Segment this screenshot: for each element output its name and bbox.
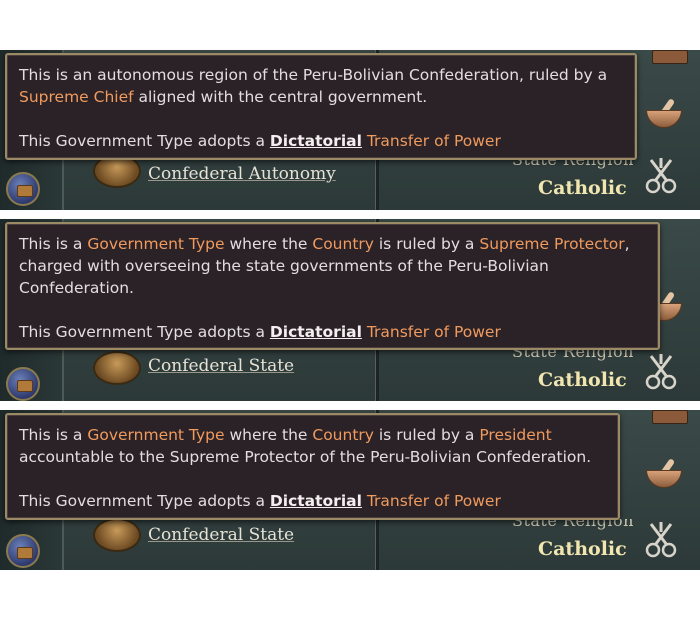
government-name[interactable]: Confederal Autonomy bbox=[148, 164, 336, 184]
transfer-of-power-line: This Government Type adopts a Dictatoria… bbox=[19, 321, 646, 343]
tooltip-text: is ruled by a bbox=[373, 235, 480, 253]
religion-value: Catholic bbox=[538, 177, 627, 199]
transfer-of-power-line: This Government Type adopts a Dictatoria… bbox=[19, 490, 606, 512]
government-tooltip: This is an autonomous region of the Peru… bbox=[5, 53, 637, 160]
papal-keys-icon bbox=[643, 352, 679, 392]
country-link[interactable]: Country bbox=[312, 235, 374, 253]
tooltip-description: Supreme Chief aligned with the central g… bbox=[19, 86, 623, 108]
tooltip-text: This Government Type adopts a bbox=[19, 132, 270, 150]
transfer-of-power-link[interactable]: Transfer of Power bbox=[362, 323, 501, 341]
religion-value: Catholic bbox=[538, 369, 627, 391]
tooltip-text: This Government Type adopts a bbox=[19, 323, 270, 341]
ruler-title[interactable]: Supreme Chief bbox=[19, 88, 134, 106]
dictatorial-link[interactable]: Dictatorial bbox=[270, 492, 362, 510]
tooltip-text: where the bbox=[224, 426, 313, 444]
tooltip-text: where the bbox=[224, 235, 313, 253]
briefcase-icon[interactable] bbox=[6, 367, 40, 401]
mortar-pestle-icon[interactable] bbox=[644, 98, 682, 128]
mortar-pestle-icon[interactable] bbox=[644, 458, 682, 488]
tooltip-text: This is an autonomous region of the Peru… bbox=[19, 66, 608, 84]
tooltip-description: This is a Government Type where the Coun… bbox=[19, 424, 606, 446]
tooltip-text: is ruled by a bbox=[373, 426, 480, 444]
government-type-link[interactable]: Government Type bbox=[87, 235, 224, 253]
tooltip-description: This is a Government Type where the Coun… bbox=[19, 233, 646, 255]
government-icon[interactable] bbox=[93, 351, 141, 385]
religion-value: Catholic bbox=[538, 538, 627, 560]
dictatorial-link[interactable]: Dictatorial bbox=[270, 132, 362, 150]
briefcase-icon[interactable] bbox=[6, 172, 40, 206]
transfer-of-power-link[interactable]: Transfer of Power bbox=[362, 492, 501, 510]
tooltip-text: This is a bbox=[19, 426, 88, 444]
dictatorial-link[interactable]: Dictatorial bbox=[270, 323, 362, 341]
book-icon[interactable] bbox=[652, 410, 688, 424]
ruler-title[interactable]: Supreme Protector bbox=[479, 235, 624, 253]
government-icon[interactable] bbox=[93, 518, 141, 552]
government-type-link[interactable]: Government Type bbox=[87, 426, 224, 444]
tooltip-text: This is a bbox=[19, 235, 88, 253]
transfer-of-power-link[interactable]: Transfer of Power bbox=[362, 132, 501, 150]
tooltip-text: Confederation. bbox=[19, 279, 134, 297]
ruler-title[interactable]: President bbox=[479, 426, 551, 444]
country-link[interactable]: Country bbox=[312, 426, 374, 444]
briefcase-icon[interactable] bbox=[6, 534, 40, 568]
book-icon[interactable] bbox=[652, 50, 688, 64]
tooltip-description: This is an autonomous region of the Peru… bbox=[19, 64, 623, 86]
government-name[interactable]: Confederal State bbox=[148, 356, 294, 376]
papal-keys-icon bbox=[643, 520, 679, 560]
tooltip-text: , bbox=[624, 235, 630, 253]
government-name[interactable]: Confederal State bbox=[148, 525, 294, 545]
tooltip-text: charged with overseeing the state govern… bbox=[19, 257, 549, 275]
tooltip-text: This Government Type adopts a bbox=[19, 492, 270, 510]
papal-keys-icon bbox=[643, 156, 679, 196]
transfer-of-power-line: This Government Type adopts a Dictatoria… bbox=[19, 130, 623, 152]
government-tooltip: This is a Government Type where the Coun… bbox=[5, 222, 660, 350]
government-tooltip: This is a Government Type where the Coun… bbox=[5, 413, 620, 520]
tooltip-text: aligned with the central government. bbox=[133, 88, 428, 106]
tooltip-text: accountable to the Supreme Protector of … bbox=[19, 448, 592, 466]
